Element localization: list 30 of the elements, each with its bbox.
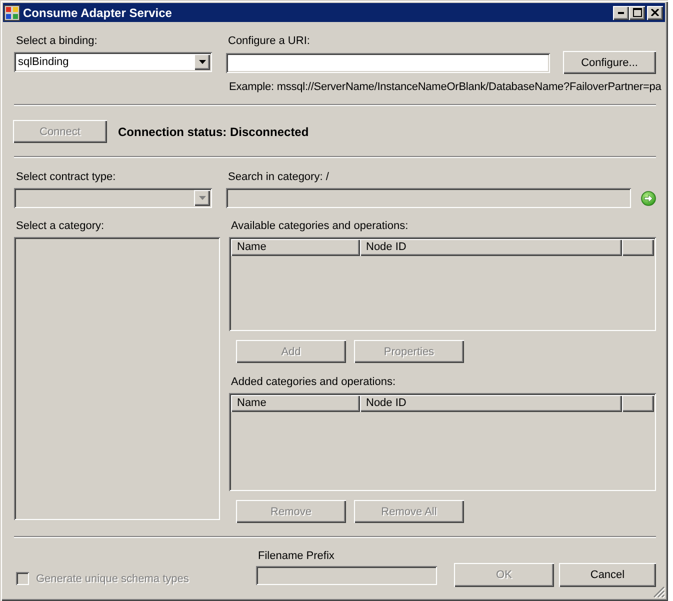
close-icon (651, 9, 659, 16)
added-label: Added categories and operations: (230, 376, 396, 389)
close-button[interactable] (647, 6, 663, 20)
arrow-circle-icon[interactable] (641, 190, 656, 206)
minimize-icon (618, 12, 624, 14)
dropdown-button[interactable] (194, 54, 210, 70)
header-filler (622, 395, 654, 412)
binding-dropdown[interactable]: sqlBinding (14, 52, 212, 72)
uri-example-text: Example: mssql://ServerName/InstanceNameOrBlank/DatabaseName?FailoverPartner=pa (228, 81, 662, 94)
maximize-icon (632, 8, 642, 17)
uri-label: Configure a URI: (227, 35, 310, 48)
binding-label: Select a binding: (15, 35, 98, 48)
window-title: Consume Adapter Service (23, 6, 173, 20)
maximize-button[interactable] (629, 6, 645, 20)
contract-type-label: Select contract type: (15, 171, 116, 184)
caret-icon (198, 196, 206, 200)
category-label: Select a category: (15, 220, 104, 233)
header-filler (622, 239, 654, 256)
tiles-icon (4, 4, 20, 20)
uri-input[interactable] (226, 52, 550, 72)
connection-status: Connection status: Disconnected (118, 124, 309, 138)
resize-grip-icon[interactable] (653, 586, 665, 598)
search-label: Search in category: / (227, 171, 329, 184)
caret-icon (198, 60, 206, 64)
checkbox-label: Generate unique schema types (36, 572, 189, 584)
configure-button[interactable]: Configure... (563, 51, 656, 74)
cancel-button[interactable]: Cancel (559, 563, 656, 587)
available-label: Available categories and operations: (230, 220, 408, 233)
filename-prefix-label: Filename Prefix (257, 550, 334, 563)
minimize-button[interactable] (613, 6, 629, 20)
